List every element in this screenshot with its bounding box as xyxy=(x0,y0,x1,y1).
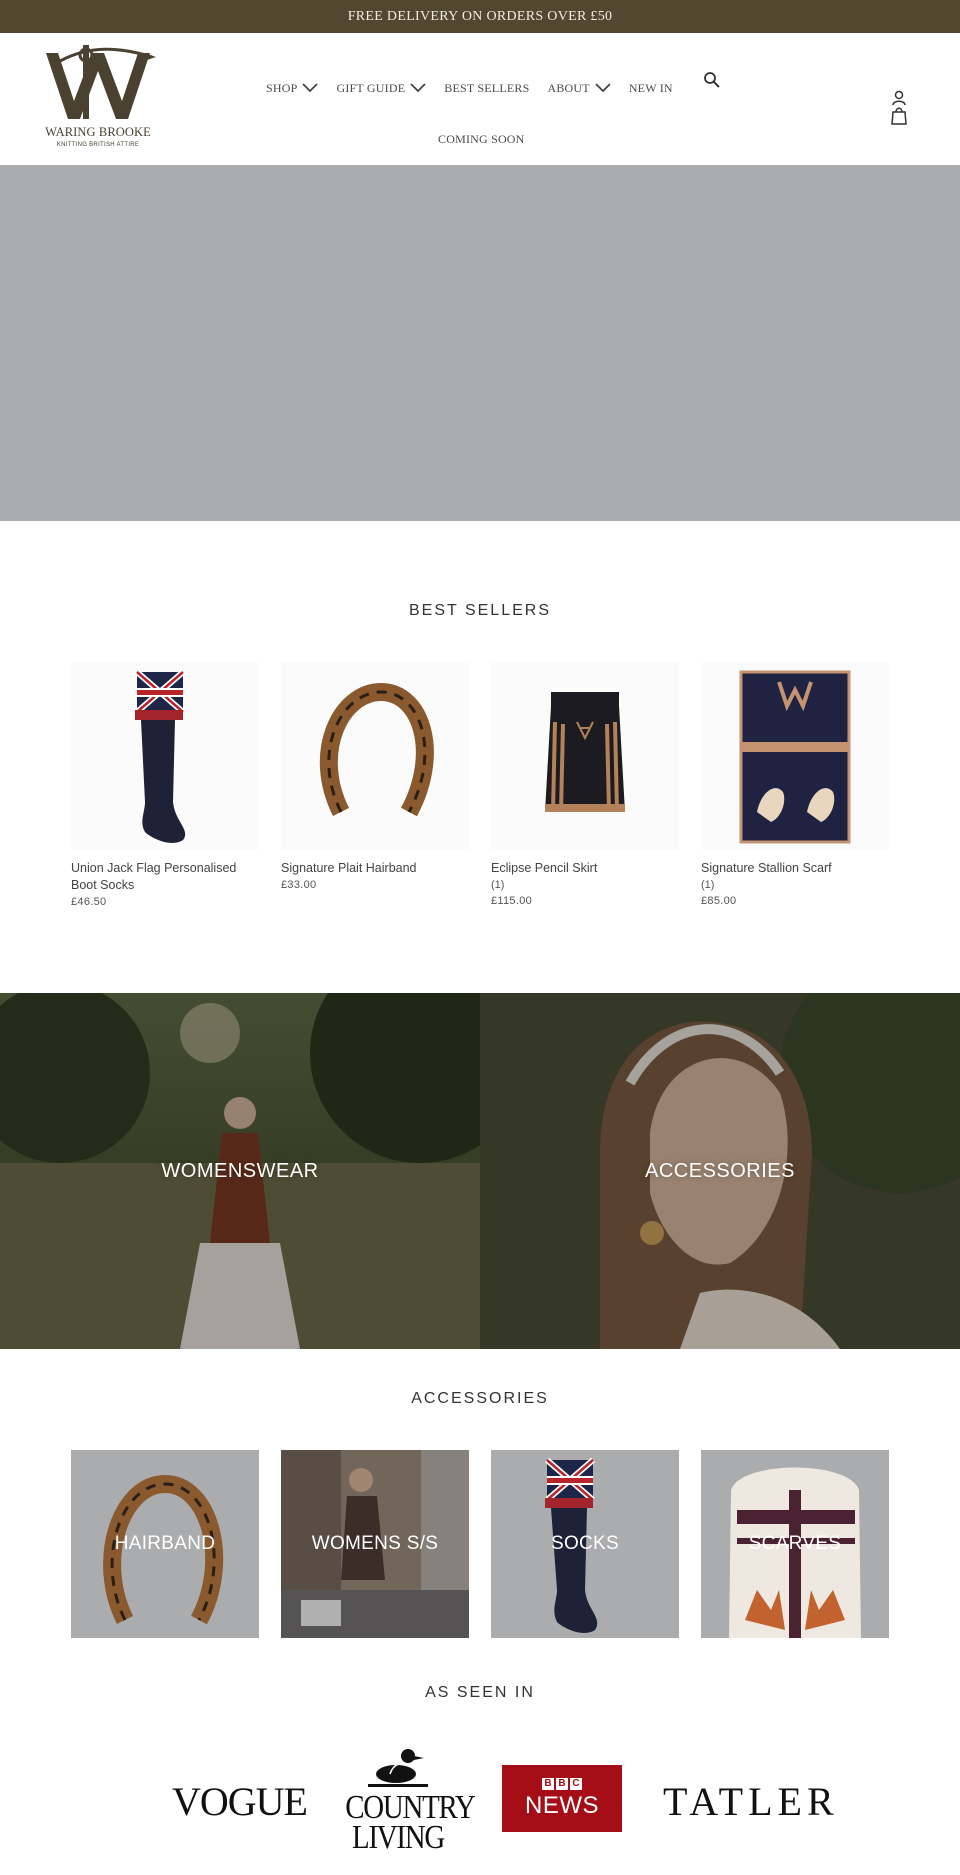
best-sellers-title: BEST SELLERS xyxy=(409,602,551,619)
chevron-down-icon xyxy=(595,83,611,93)
product-price: £85.00 xyxy=(701,895,737,907)
tatler-logo: TATLER xyxy=(663,1779,839,1824)
accessories-title: ACCESSORIES xyxy=(411,1390,549,1407)
as-seen-in-title: AS SEEN IN xyxy=(425,1684,535,1701)
site-header: WARING BROOKE KNITTING BRITISH ATTIRE SH… xyxy=(0,33,960,165)
product-name: Signature Plait Hairband xyxy=(281,861,417,875)
hairband-label: HAIRBAND xyxy=(114,1533,216,1554)
announcement-text: FREE DELIVERY ON ORDERS OVER £50 xyxy=(347,8,613,24)
monogram-w-icon xyxy=(46,45,156,119)
product-image xyxy=(701,662,889,850)
country-living-line2: LIVING xyxy=(352,1819,445,1856)
main-nav: SHOP GIFT GUIDE BEST SELLERS ABOUT NEW I… xyxy=(266,78,696,147)
hero-banner[interactable] xyxy=(0,165,960,521)
product-card[interactable]: Signature Plait Hairband £33.00 xyxy=(281,662,469,893)
product-reviews: (1) xyxy=(491,879,505,891)
bbc-news-text: NEWS xyxy=(525,1791,599,1819)
scarves-label: SCARVES xyxy=(748,1533,842,1554)
sock-image-icon xyxy=(135,669,186,843)
nav-label: BEST SELLERS xyxy=(444,80,530,95)
socks-label: SOCKS xyxy=(550,1533,620,1554)
brand-tagline: KNITTING BRITISH ATTIRE xyxy=(56,142,140,148)
product-price: £33.00 xyxy=(281,879,317,891)
womenswear-collection[interactable]: WOMENSWEAR xyxy=(0,993,480,1349)
cart-icon[interactable] xyxy=(890,105,908,125)
announcement-bar: FREE DELIVERY ON ORDERS OVER £50 xyxy=(0,0,960,33)
nav-shop[interactable]: SHOP xyxy=(266,80,319,96)
product-reviews: (1) xyxy=(701,879,715,891)
brand-logo[interactable]: WARING BROOKE KNITTING BRITISH ATTIRE xyxy=(40,43,156,155)
product-price: £115.00 xyxy=(491,895,533,907)
product-image xyxy=(491,662,679,850)
product-image xyxy=(71,662,259,850)
duck-icon xyxy=(368,1749,428,1787)
scarves-tile[interactable]: SCARVES xyxy=(701,1450,889,1638)
product-card[interactable]: Union Jack Flag Personalised Boot Socks … xyxy=(71,662,259,910)
chevron-down-icon xyxy=(302,83,319,93)
nav-best-sellers[interactable]: BEST SELLERS xyxy=(444,81,529,96)
nav-coming-soon[interactable]: COMING SOON xyxy=(438,132,525,147)
womenswear-label: WOMENSWEAR xyxy=(161,1159,319,1182)
womens-ss-label: WOMENS S/S xyxy=(311,1533,439,1554)
vogue-logo: VOGUE xyxy=(172,1779,308,1824)
accessories-collection[interactable]: ACCESSORIES xyxy=(480,993,960,1349)
nav-label: GIFT GUIDE xyxy=(336,80,406,95)
womens-ss-tile[interactable]: WOMENS S/S xyxy=(281,1450,469,1638)
bbc-news-logo: B B C NEWS xyxy=(502,1765,622,1832)
accessories-label: ACCESSORIES xyxy=(645,1159,795,1182)
nav-gift-guide[interactable]: GIFT GUIDE xyxy=(336,81,426,96)
socks-tile[interactable]: SOCKS xyxy=(491,1450,679,1638)
nav-about[interactable]: ABOUT xyxy=(547,80,611,96)
product-image xyxy=(281,662,469,850)
nav-label: SHOP xyxy=(266,80,298,95)
search-icon[interactable] xyxy=(703,71,721,89)
product-name: Eclipse Pencil Skirt xyxy=(491,861,598,875)
nav-label: ABOUT xyxy=(547,80,590,95)
skirt-image-icon xyxy=(545,692,625,813)
product-name: Signature Stallion Scarf xyxy=(701,861,832,875)
chevron-down-icon xyxy=(410,83,426,93)
scarf-image-icon xyxy=(739,670,851,844)
product-price: £46.50 xyxy=(71,896,107,908)
nav-new-in[interactable]: NEW IN xyxy=(629,81,673,96)
hairband-tile[interactable]: HAIRBAND xyxy=(71,1450,259,1638)
hairband-image-icon xyxy=(319,682,434,817)
nav-label: NEW IN xyxy=(628,80,673,95)
nav-label: COMING SOON xyxy=(438,132,525,146)
country-living-logo: COUNTRY LIVING xyxy=(336,1740,476,1856)
product-card[interactable]: Eclipse Pencil Skirt (1) £115.00 xyxy=(491,662,679,909)
product-card[interactable]: Signature Stallion Scarf (1) £85.00 xyxy=(701,662,889,909)
bbc-blocks: B B C xyxy=(542,1777,582,1790)
product-name: Union Jack Flag Personalised Boot Socks xyxy=(71,861,237,892)
brand-name: WARING BROOKE xyxy=(45,125,151,139)
